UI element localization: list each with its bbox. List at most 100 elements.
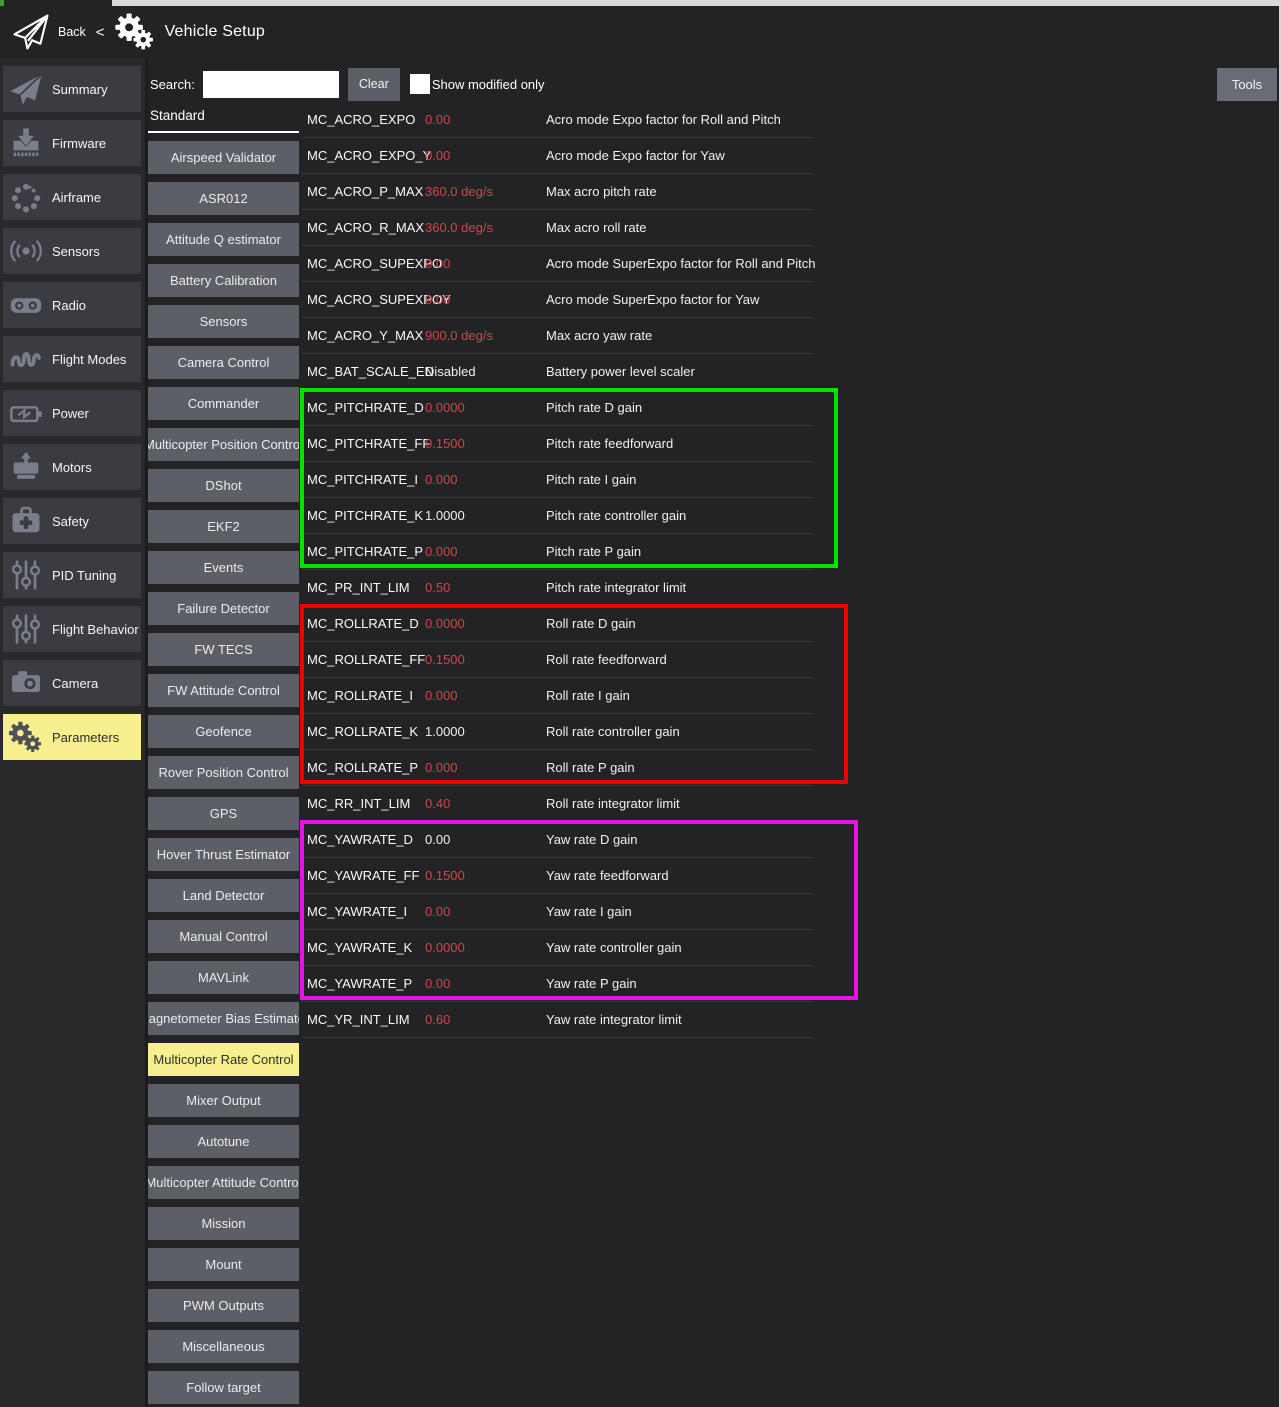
param-row-mc_acro_expo[interactable]: MC_ACRO_EXPO0.00Acro mode Expo factor fo… — [302, 102, 813, 138]
param-row-mc_rollrate_p[interactable]: MC_ROLLRATE_P0.000Roll rate P gain — [302, 750, 813, 786]
param-row-mc_yawrate_d[interactable]: MC_YAWRATE_D0.00Yaw rate D gain — [302, 822, 813, 858]
group-button-mount[interactable]: Mount — [148, 1248, 299, 1281]
group-button-mission[interactable]: Mission — [148, 1207, 299, 1240]
group-button-attitude-q-estimator[interactable]: Attitude Q estimator — [148, 223, 299, 256]
search-input[interactable] — [203, 71, 339, 98]
param-description: Pitch rate controller gain — [546, 508, 686, 523]
show-modified-checkbox[interactable] — [410, 74, 430, 94]
group-button-rover-position-control[interactable]: Rover Position Control — [148, 756, 299, 789]
sidebar-item-summary[interactable]: Summary — [3, 66, 141, 112]
group-button-manual-control[interactable]: Manual Control — [148, 920, 299, 953]
param-row-mc_pitchrate_d[interactable]: MC_PITCHRATE_D0.0000Pitch rate D gain — [302, 390, 813, 426]
sidebar-item-power[interactable]: Power — [3, 390, 141, 436]
param-row-mc_acro_y_max[interactable]: MC_ACRO_Y_MAX900.0 deg/sMax acro yaw rat… — [302, 318, 813, 354]
group-button-ekf2[interactable]: EKF2 — [148, 510, 299, 543]
sidebar-item-camera[interactable]: Camera — [3, 660, 141, 706]
group-button-fw-attitude-control[interactable]: FW Attitude Control — [148, 674, 299, 707]
group-button-pwm-outputs[interactable]: PWM Outputs — [148, 1289, 299, 1322]
param-value: 0.0000 — [425, 616, 546, 631]
param-name: MC_PITCHRATE_I — [302, 472, 425, 487]
param-row-mc_pitchrate_k[interactable]: MC_PITCHRATE_K1.0000Pitch rate controlle… — [302, 498, 813, 534]
group-button-mixer-output[interactable]: Mixer Output — [148, 1084, 299, 1117]
group-button-multicopter-attitude-control[interactable]: Multicopter Attitude Control — [148, 1166, 299, 1199]
back-button[interactable]: Back — [58, 25, 86, 39]
sidebar-item-flight-behavior[interactable]: Flight Behavior — [3, 606, 141, 652]
param-row-mc_rollrate_k[interactable]: MC_ROLLRATE_K1.0000Roll rate controller … — [302, 714, 813, 750]
group-button-failure-detector[interactable]: Failure Detector — [148, 592, 299, 625]
param-row-mc_bat_scale_en[interactable]: MC_BAT_SCALE_ENDisabledBattery power lev… — [302, 354, 813, 390]
group-button-asr012[interactable]: ASR012 — [148, 182, 299, 215]
param-value: Disabled — [425, 364, 546, 379]
group-button-sensors[interactable]: Sensors — [148, 305, 299, 338]
param-description: Roll rate P gain — [546, 760, 635, 775]
group-button-airspeed-validator[interactable]: Airspeed Validator — [148, 141, 299, 174]
sidebar-item-label: Flight Modes — [52, 352, 126, 367]
param-row-mc_rollrate_i[interactable]: MC_ROLLRATE_I0.000Roll rate I gain — [302, 678, 813, 714]
group-button-geofence[interactable]: Geofence — [148, 715, 299, 748]
param-row-mc_yawrate_i[interactable]: MC_YAWRATE_I0.00Yaw rate I gain — [302, 894, 813, 930]
paper-plane-icon — [8, 71, 44, 107]
param-description: Acro mode Expo factor for Roll and Pitch — [546, 112, 781, 127]
group-button-fw-tecs[interactable]: FW TECS — [148, 633, 299, 666]
param-row-mc_pr_int_lim[interactable]: MC_PR_INT_LIM0.50Pitch rate integrator l… — [302, 570, 813, 606]
group-button-multicopter-position-control[interactable]: Multicopter Position Control — [148, 428, 299, 461]
sidebar-item-pid-tuning[interactable]: PID Tuning — [3, 552, 141, 598]
param-row-mc_yawrate_ff[interactable]: MC_YAWRATE_FF0.1500Yaw rate feedforward — [302, 858, 813, 894]
param-row-mc_yawrate_k[interactable]: MC_YAWRATE_K0.0000Yaw rate controller ga… — [302, 930, 813, 966]
qgc-plane-logo-icon[interactable] — [10, 12, 52, 52]
group-button-land-detector[interactable]: Land Detector — [148, 879, 299, 912]
sidebar-item-sensors[interactable]: Sensors — [3, 228, 141, 274]
group-button-follow-target[interactable]: Follow target — [148, 1371, 299, 1404]
param-name: MC_YR_INT_LIM — [302, 1012, 425, 1027]
sidebar-item-parameters[interactable]: Parameters — [3, 714, 141, 760]
group-button-mavlink[interactable]: MAVLink — [148, 961, 299, 994]
param-row-mc_yr_int_lim[interactable]: MC_YR_INT_LIM0.60Yaw rate integrator lim… — [302, 1002, 813, 1038]
sidebar-item-safety[interactable]: Safety — [3, 498, 141, 544]
show-modified-label: Show modified only — [432, 77, 545, 92]
clear-button[interactable]: Clear — [348, 68, 400, 101]
group-button-gps[interactable]: GPS — [148, 797, 299, 830]
sidebar-item-label: PID Tuning — [52, 568, 116, 583]
param-row-mc_rollrate_ff[interactable]: MC_ROLLRATE_FF0.1500Roll rate feedforwar… — [302, 642, 813, 678]
sidebar-item-airframe[interactable]: Airframe — [3, 174, 141, 220]
param-name: MC_YAWRATE_I — [302, 904, 425, 919]
sidebar-item-firmware[interactable]: Firmware — [3, 120, 141, 166]
sidebar-item-radio[interactable]: Radio — [3, 282, 141, 328]
param-row-mc_pitchrate_ff[interactable]: MC_PITCHRATE_FF0.1500Pitch rate feedforw… — [302, 426, 813, 462]
sidebar-item-flight-modes[interactable]: Flight Modes — [3, 336, 141, 382]
group-button-commander[interactable]: Commander — [148, 387, 299, 420]
param-row-mc_acro_expo_y[interactable]: MC_ACRO_EXPO_Y0.00Acro mode Expo factor … — [302, 138, 813, 174]
param-value: 0.0000 — [425, 940, 546, 955]
tuning-sliders-icon — [8, 557, 44, 593]
group-button-hover-thrust-estimator[interactable]: Hover Thrust Estimator — [148, 838, 299, 871]
param-row-mc_acro_r_max[interactable]: MC_ACRO_R_MAX360.0 deg/sMax acro roll ra… — [302, 210, 813, 246]
group-button-autotune[interactable]: Autotune — [148, 1125, 299, 1158]
group-header-standard[interactable]: Standard — [148, 102, 299, 133]
tuning-sliders-icon — [8, 611, 44, 647]
sensors-signal-icon — [8, 233, 44, 269]
group-button-events[interactable]: Events — [148, 551, 299, 584]
vehicle-setup-gears-icon — [113, 12, 157, 52]
param-value: 0.40 — [425, 796, 546, 811]
param-row-mc_acro_p_max[interactable]: MC_ACRO_P_MAX360.0 deg/sMax acro pitch r… — [302, 174, 813, 210]
param-row-mc_pitchrate_i[interactable]: MC_PITCHRATE_I0.000Pitch rate I gain — [302, 462, 813, 498]
group-button-multicopter-rate-control[interactable]: Multicopter Rate Control — [148, 1043, 299, 1076]
group-button-camera-control[interactable]: Camera Control — [148, 346, 299, 379]
sidebar-item-label: Power — [52, 406, 89, 421]
param-value: 0.00 — [425, 292, 546, 307]
param-row-mc_acro_supexpo[interactable]: MC_ACRO_SUPEXPO0.00Acro mode SuperExpo f… — [302, 246, 813, 282]
param-row-mc_rr_int_lim[interactable]: MC_RR_INT_LIM0.40Roll rate integrator li… — [302, 786, 813, 822]
sidebar-item-label: Radio — [52, 298, 86, 313]
group-button-magnetometer-bias-estimator[interactable]: Magnetometer Bias Estimator — [148, 1002, 299, 1035]
firmware-download-icon — [8, 125, 44, 161]
tools-button[interactable]: Tools — [1217, 68, 1277, 101]
param-row-mc_acro_supexpoy[interactable]: MC_ACRO_SUPEXPOY0.00Acro mode SuperExpo … — [302, 282, 813, 318]
group-button-battery-calibration[interactable]: Battery Calibration — [148, 264, 299, 297]
param-description: Roll rate integrator limit — [546, 796, 680, 811]
param-row-mc_yawrate_p[interactable]: MC_YAWRATE_P0.00Yaw rate P gain — [302, 966, 813, 1002]
group-button-dshot[interactable]: DShot — [148, 469, 299, 502]
param-row-mc_rollrate_d[interactable]: MC_ROLLRATE_D0.0000Roll rate D gain — [302, 606, 813, 642]
sidebar-item-motors[interactable]: Motors — [3, 444, 141, 490]
param-row-mc_pitchrate_p[interactable]: MC_PITCHRATE_P0.000Pitch rate P gain — [302, 534, 813, 570]
group-button-miscellaneous[interactable]: Miscellaneous — [148, 1330, 299, 1363]
